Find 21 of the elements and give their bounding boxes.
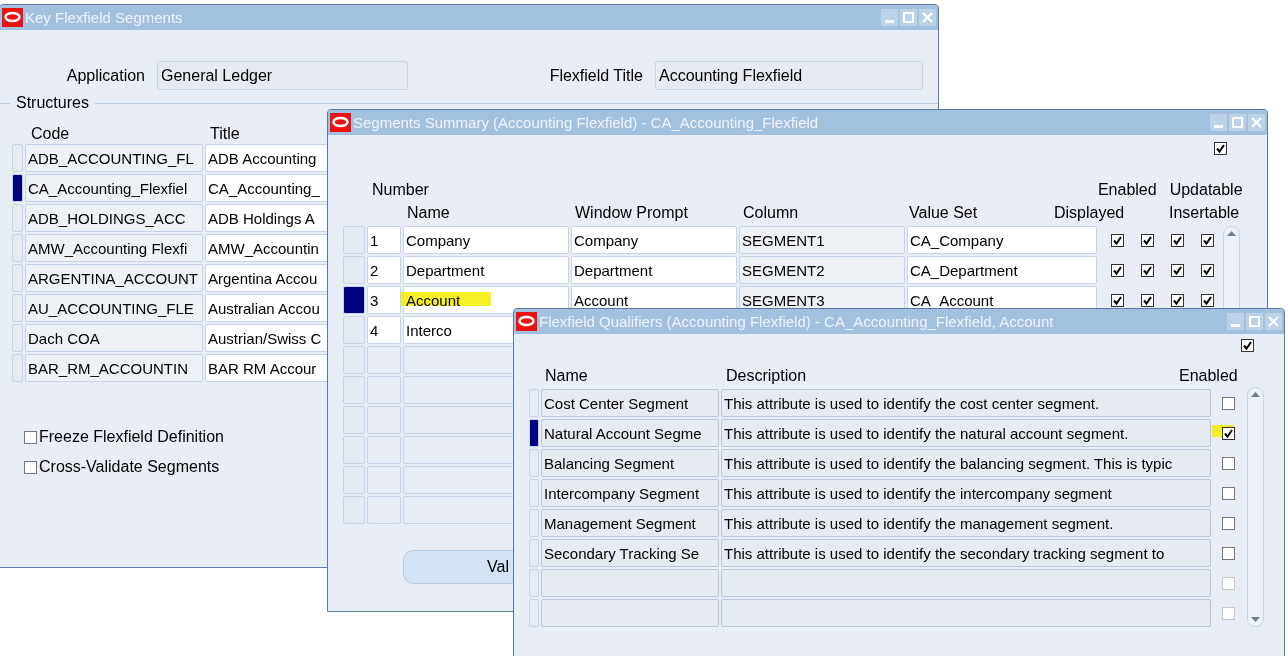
checkbox-label: Freeze Flexfield Definition [39, 428, 224, 446]
window-title: Key Flexfield Segments [25, 9, 184, 26]
column-header: Displayed [1054, 203, 1126, 222]
column-header: Insertable [1169, 203, 1240, 222]
field-label: Flexfield Title [548, 66, 643, 85]
column-header: Code [31, 125, 71, 143]
column-header: Enabled [1097, 181, 1157, 199]
column-header: Value Set [909, 203, 979, 222]
checkbox-label: Cross-Validate Segments [39, 458, 220, 476]
column-header: Window Prompt [575, 203, 689, 222]
column-header: Number [372, 181, 429, 199]
column-header: Enabled [1179, 367, 1238, 385]
column-header: Column [743, 203, 800, 222]
column-header: Description [726, 367, 808, 385]
field-label: Application [65, 66, 145, 85]
window-title: Segments Summary (Accounting Flexfield) - CA_Accounting_Flexfield [353, 114, 820, 131]
column-header: Name [545, 367, 589, 385]
column-header: Updatable [1169, 181, 1243, 199]
column-header: Name [407, 203, 451, 222]
column-header: Title [210, 125, 240, 143]
group-label: Structures [16, 94, 89, 112]
